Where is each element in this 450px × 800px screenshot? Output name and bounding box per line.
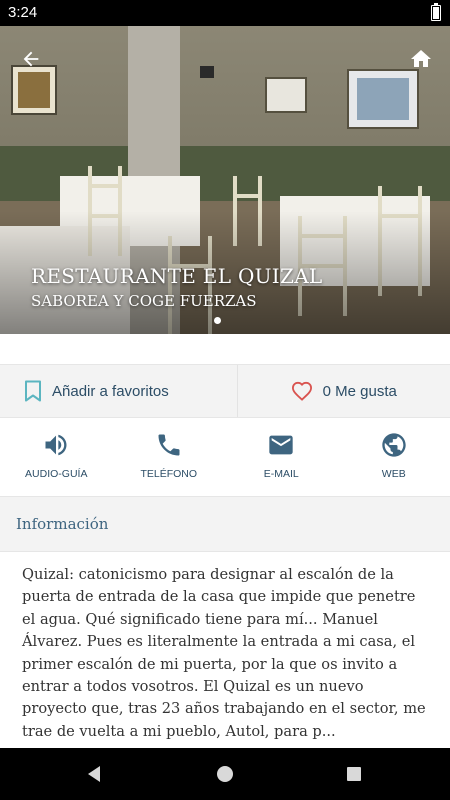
web-button[interactable]: WEB bbox=[338, 419, 450, 496]
phone-icon bbox=[158, 434, 180, 456]
nav-back-button[interactable] bbox=[84, 764, 104, 784]
speaker-icon bbox=[45, 434, 67, 456]
actions-row: Añadir a favoritos 0 Me gusta bbox=[0, 364, 450, 418]
status-bar: 3:24 bbox=[0, 0, 450, 26]
bookmark-icon bbox=[25, 380, 41, 402]
status-time: 3:24 bbox=[8, 4, 38, 21]
email-label: E-MAIL bbox=[263, 468, 299, 480]
battery-icon bbox=[431, 3, 441, 21]
mail-icon bbox=[269, 435, 293, 455]
triangle-back-icon bbox=[88, 766, 100, 782]
likes-label: 0 Me gusta bbox=[322, 382, 397, 400]
audio-guide-button[interactable]: AUDIO-GUÍA bbox=[0, 419, 113, 496]
email-button[interactable]: E-MAIL bbox=[225, 419, 338, 496]
info-section-header: Información bbox=[0, 496, 450, 552]
globe-icon bbox=[382, 433, 406, 457]
system-nav-bar bbox=[0, 748, 450, 800]
home-icon bbox=[411, 50, 431, 67]
info-heading: Información bbox=[16, 515, 109, 533]
phone-label: TELÉFONO bbox=[140, 468, 198, 480]
carousel-indicator[interactable] bbox=[214, 317, 221, 324]
back-button[interactable] bbox=[16, 44, 46, 74]
nav-home-button[interactable] bbox=[215, 764, 235, 784]
heart-icon bbox=[291, 381, 312, 401]
info-description: Quizal: catonicismo para designar al esc… bbox=[22, 566, 426, 740]
web-label: WEB bbox=[381, 468, 406, 480]
home-button[interactable] bbox=[406, 44, 436, 74]
add-favorite-button[interactable]: Añadir a favoritos bbox=[0, 365, 238, 417]
add-favorite-label: Añadir a favoritos bbox=[52, 382, 169, 400]
nav-recents-button[interactable] bbox=[344, 764, 364, 784]
arrow-left-icon bbox=[23, 51, 39, 67]
hero-title: RESTAURANTE EL QUIZAL bbox=[31, 264, 323, 288]
like-button[interactable]: 0 Me gusta bbox=[238, 365, 450, 417]
contact-row: AUDIO-GUÍA TELÉFONO E-MAIL WEB bbox=[0, 419, 450, 496]
hero-subtitle: SABOREA Y COGE FUERZAS bbox=[31, 292, 257, 310]
square-recents-icon bbox=[347, 767, 361, 781]
audio-guide-label: AUDIO-GUÍA bbox=[25, 468, 88, 480]
hero-image: RESTAURANTE EL QUIZAL SABOREA Y COGE FUE… bbox=[0, 26, 450, 334]
phone-button[interactable]: TELÉFONO bbox=[113, 419, 226, 496]
circle-home-icon bbox=[217, 766, 233, 782]
